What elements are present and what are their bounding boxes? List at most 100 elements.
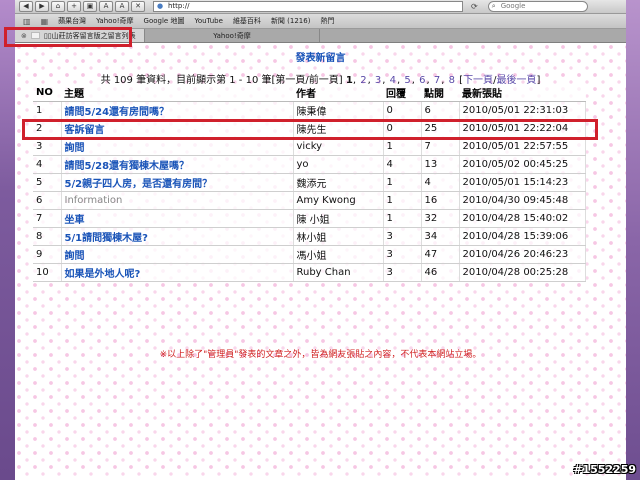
home-icon[interactable]: ⌂ — [51, 1, 65, 12]
table-row: 7 坐車 陳 小姐 1 32 2010/04/28 15:40:02 — [33, 209, 586, 228]
address-text: http:// — [168, 2, 190, 10]
text-larger-icon[interactable]: A — [115, 1, 129, 12]
disclaimer-text: ※以上除了"管理員"發表的文章之外，皆為網友張貼之內容，不代表本網站立場。 — [159, 350, 482, 360]
cell-hits: 7 — [421, 137, 460, 156]
cell-author: 林小姐 — [293, 227, 384, 246]
cell-author: 陳 小姐 — [293, 209, 384, 228]
search-icon: ⌕ — [491, 2, 496, 10]
cell-no: 1 — [33, 101, 62, 120]
table-row: 4 請問5/28還有獨棟木屋嗎？ yo 4 13 2010/05/02 00:4… — [33, 155, 586, 174]
tab-label: ▯▯山莊訪客留言版之留言列表 — [43, 31, 136, 40]
desktop-right-edge — [626, 0, 640, 480]
cell-latest: 2010/05/01 22:57:55 — [459, 137, 586, 156]
table-row: 8 5/1請問獨棟木屋? 林小姐 3 34 2010/04/28 15:39:0… — [33, 227, 586, 246]
tab-yahoo[interactable]: Yahoo!奇摩 — [145, 29, 320, 42]
cell-author: Amy Kwong — [293, 191, 384, 210]
post-title-link[interactable]: 坐車 — [61, 209, 294, 228]
cell-no: 10 — [33, 263, 62, 282]
post-title-link[interactable]: 詢問 — [61, 245, 294, 264]
cell-replies: 0 — [383, 119, 422, 138]
post-title-link[interactable]: 5/1請問獨棟木屋? — [61, 227, 294, 246]
cell-author: vicky — [293, 137, 384, 156]
bookmark-item[interactable]: Google 地圖 — [144, 16, 185, 26]
screenshot-icon[interactable]: ▣ — [83, 1, 97, 12]
tab-guestbook[interactable]: ⊗ ▯▯山莊訪客留言版之留言列表 — [15, 29, 145, 42]
table-row: 5 5/2親子四人房，是否還有房間？ 魏添元 1 4 2010/05/01 15… — [33, 173, 586, 192]
cell-no: 6 — [33, 191, 62, 210]
cell-hits: 34 — [421, 227, 460, 246]
cell-replies: 1 — [383, 209, 422, 228]
cell-replies: 1 — [383, 191, 422, 210]
reload-icon[interactable]: ⟳ — [471, 2, 478, 11]
table-row: 9 詢問 馮小姐 3 47 2010/04/26 20:46:23 — [33, 245, 586, 264]
watermark-text: #1552259 — [573, 463, 636, 476]
header-latest: 最新張貼 — [459, 84, 586, 102]
bookmark-add-icon[interactable]: + — [67, 1, 81, 12]
cell-latest: 2010/04/28 00:25:28 — [459, 263, 586, 282]
post-title-link[interactable]: 請問5/28還有獨棟木屋嗎？ — [61, 155, 294, 174]
cell-replies: 3 — [383, 263, 422, 282]
bookmark-item[interactable]: 維基百科 — [233, 16, 261, 26]
globe-icon: ● — [157, 2, 164, 10]
cell-replies: 1 — [383, 137, 422, 156]
close-icon[interactable]: ⊗ — [21, 32, 27, 40]
cell-hits: 4 — [421, 173, 460, 192]
cell-replies: 3 — [383, 245, 422, 264]
cell-author: yo — [293, 155, 384, 174]
post-title-link[interactable]: 客訴留言 — [61, 119, 294, 138]
stop-icon[interactable]: ✕ — [131, 1, 145, 12]
bookmark-item[interactable]: 新聞 (1216) — [271, 16, 311, 26]
cell-hits: 32 — [421, 209, 460, 228]
table-row: 6 Information Amy Kwong 1 16 2010/04/30 … — [33, 191, 586, 210]
cell-replies: 0 — [383, 101, 422, 120]
cell-author: 魏添元 — [293, 173, 384, 192]
post-title-link[interactable]: Information — [61, 191, 294, 210]
bookmark-item[interactable]: Yahoo!奇摩 — [96, 16, 133, 26]
bookmarks-grid-icon[interactable]: ▦ — [41, 17, 49, 26]
table-row: 3 詢問 vicky 1 7 2010/05/01 22:57:55 — [33, 137, 586, 156]
cell-latest: 2010/04/30 09:45:48 — [459, 191, 586, 210]
page-content: 發表新留言 共 109 筆資料，目前顯示第 1 - 10 筆[第一頁/前一頁] … — [15, 43, 626, 479]
bookmarks-book-icon[interactable]: ▥ — [23, 17, 31, 26]
table-row: 2 客訴留言 陳先生 0 25 2010/05/01 22:22:04 — [33, 119, 586, 138]
bookmark-item[interactable]: 熱門 — [320, 16, 334, 26]
bookmark-item[interactable]: 蘋果台灣 — [58, 16, 86, 26]
search-field[interactable]: ⌕ Google — [487, 1, 588, 12]
cell-no: 2 — [33, 119, 62, 138]
post-title-link[interactable]: 請問5/24還有房間嗎？ — [61, 101, 294, 120]
post-title-link[interactable]: 如果是外地人呢? — [61, 263, 294, 282]
cell-hits: 13 — [421, 155, 460, 174]
bookmark-item[interactable]: YouTube — [194, 17, 222, 25]
cell-replies: 3 — [383, 227, 422, 246]
tab-label: Yahoo!奇摩 — [213, 31, 251, 40]
address-bar[interactable]: ● http:// — [153, 1, 463, 12]
cell-hits: 16 — [421, 191, 460, 210]
new-post-link[interactable]: 發表新留言 — [15, 49, 626, 64]
cell-latest: 2010/05/01 22:31:03 — [459, 101, 586, 120]
post-title-link[interactable]: 詢問 — [61, 137, 294, 156]
cell-hits: 47 — [421, 245, 460, 264]
cell-no: 8 — [33, 227, 62, 246]
cell-no: 5 — [33, 173, 62, 192]
text-smaller-icon[interactable]: A — [99, 1, 113, 12]
cell-latest: 2010/04/28 15:39:06 — [459, 227, 586, 246]
back-icon[interactable]: ◀ — [19, 1, 33, 12]
header-author: 作者 — [293, 84, 383, 102]
cell-no: 9 — [33, 245, 62, 264]
post-title-link[interactable]: 5/2親子四人房，是否還有房間？ — [61, 173, 294, 192]
favicon-icon — [30, 32, 40, 39]
header-no: NO — [33, 84, 61, 102]
cell-replies: 4 — [383, 155, 422, 174]
header-hits: 點閱 — [421, 84, 459, 102]
browser-window: ◀ ▶ ⌂ + ▣ A A ✕ ● http:// ⟳ ⌕ Google ▥ ▦… — [15, 0, 626, 480]
header-replies: 回覆 — [383, 84, 421, 102]
tab-bar: ⊗ ▯▯山莊訪客留言版之留言列表 Yahoo!奇摩 — [15, 29, 626, 43]
cell-latest: 2010/05/02 00:45:25 — [459, 155, 586, 174]
cell-author: 陳先生 — [293, 119, 384, 138]
bookmarks-bar: ▥ ▦ 蘋果台灣 Yahoo!奇摩 Google 地圖 YouTube 維基百科… — [15, 14, 626, 29]
table-header-row: NO 主題 作者 回覆 點閱 最新張貼 — [33, 84, 586, 102]
forward-icon[interactable]: ▶ — [35, 1, 49, 12]
cell-latest: 2010/04/26 20:46:23 — [459, 245, 586, 264]
posts-table: NO 主題 作者 回覆 點閱 最新張貼 1 請問5/24還有房間嗎？ 陳秉偉 0… — [33, 84, 586, 282]
table-row: 10 如果是外地人呢? Ruby Chan 3 46 2010/04/28 00… — [33, 263, 586, 282]
